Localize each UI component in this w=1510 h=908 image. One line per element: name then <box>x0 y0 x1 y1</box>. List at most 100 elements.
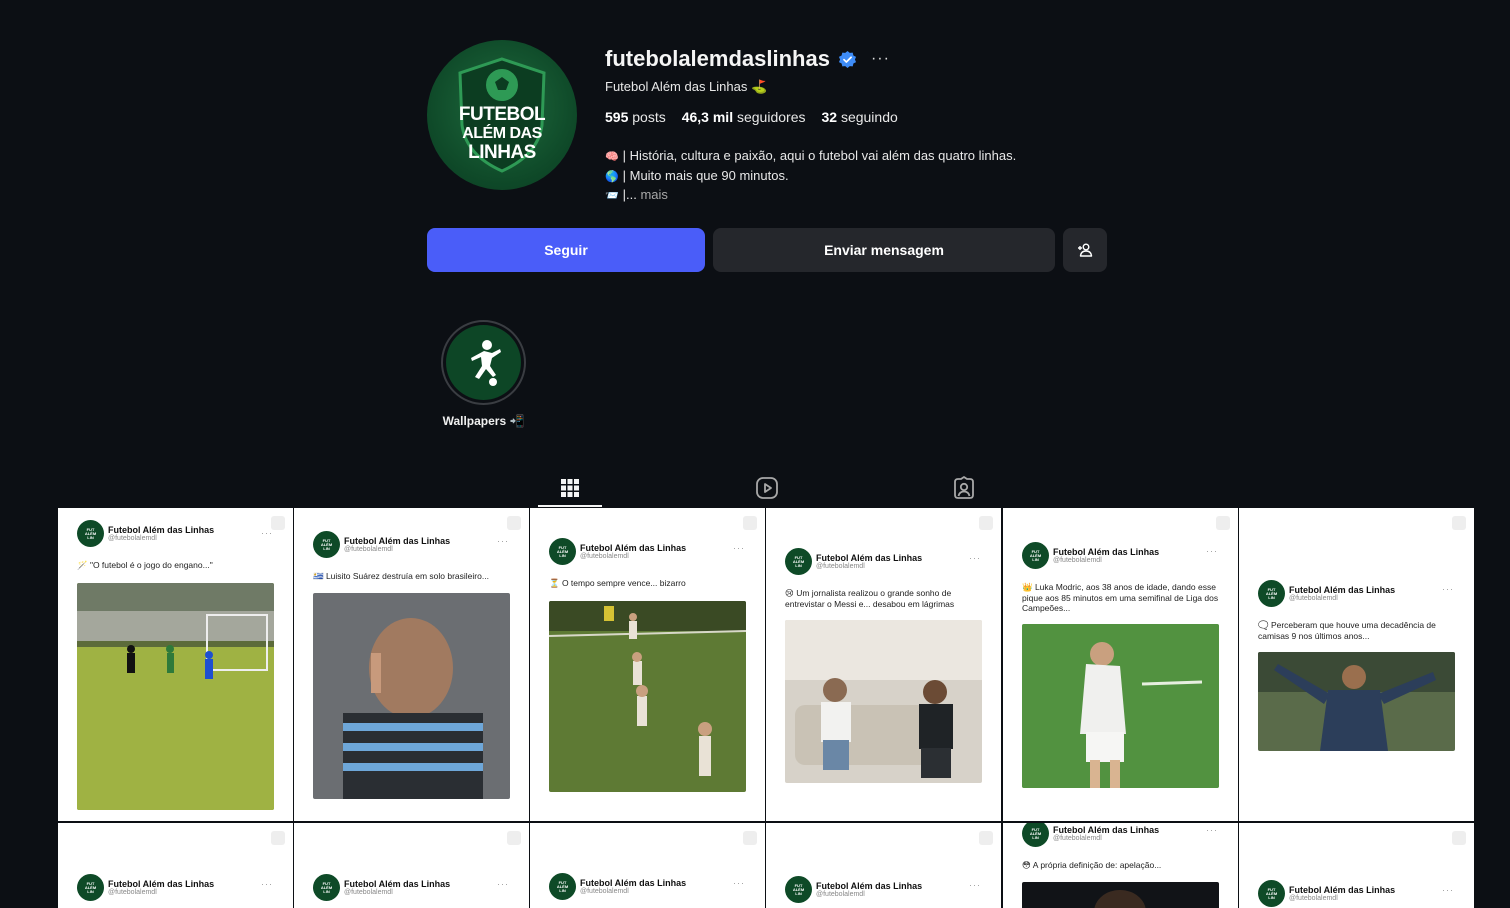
tweet-author-handle: @futebolalemdl <box>1289 595 1338 602</box>
bio-text-3: |... <box>622 187 637 202</box>
carousel-icon <box>1216 516 1230 530</box>
post-tile[interactable]: FUT ALÉM LIN Futebol Além das Linhas @futeb… <box>294 508 529 821</box>
post-tile[interactable]: FUT ALÉM LIN Futebol Além das Linhas @futeb… <box>530 823 765 908</box>
tweet-text: 👑 Luka Modric, aos 38 anos de idade, dan… <box>1022 582 1219 613</box>
tweet-author-name: Futebol Além das Linhas <box>108 525 215 535</box>
carousel-icon <box>507 831 521 845</box>
follow-button[interactable]: Seguir <box>427 228 705 272</box>
post-tile[interactable]: FUT ALÉM LIN Futebol Além das Linhas @futeb… <box>58 508 293 821</box>
tweet-author-handle: @futebolalemdl <box>344 889 393 896</box>
carousel-icon <box>743 516 757 530</box>
post-tile[interactable]: FUT ALÉM LIN Futebol Além das Linhas @futeb… <box>1003 508 1238 821</box>
brain-emoji-icon: 🧠 <box>605 151 619 163</box>
tweet-more-icon: ··· <box>497 536 509 546</box>
post-tile[interactable]: FUT ALÉM LIN Futebol Além das Linhas @futeb… <box>766 508 1001 821</box>
post-tile[interactable]: FUT ALÉM LIN Futebol Além das Linhas @futeb… <box>1239 508 1474 821</box>
tweet-author-handle: @futebolalemdl <box>1053 835 1102 842</box>
profile-bio: 🧠 | História, cultura e paixão, aqui o f… <box>605 147 1075 206</box>
verified-badge-icon <box>838 50 857 68</box>
tweet-avatar: FUT ALÉM LIN <box>549 538 576 565</box>
posts-count: 595 <box>605 109 629 125</box>
tab-tagged[interactable] <box>932 470 996 506</box>
carousel-icon <box>271 831 285 845</box>
bio-line-1: 🧠 | História, cultura e paixão, aqui o f… <box>605 147 1075 167</box>
tweet-author-handle: @futebolalemdl <box>580 553 629 560</box>
tweet-more-icon: ··· <box>969 880 981 890</box>
highlight-label[interactable]: Wallpapers 📲 <box>426 414 541 428</box>
tweet-author-name: Futebol Além das Linhas <box>108 879 215 889</box>
tab-posts[interactable] <box>538 470 602 507</box>
tweet-avatar: FUT ALÉM LIN <box>77 874 104 901</box>
more-options-icon[interactable]: ··· <box>871 50 890 68</box>
reels-icon <box>756 477 778 499</box>
post-tile[interactable]: FUT ALÉM LIN Futebol Além das Linhas @futeb… <box>294 823 529 908</box>
post-image <box>1022 624 1219 788</box>
tweet-author-name: Futebol Além das Linhas <box>1289 885 1396 895</box>
tweet-header: FUT ALÉM LIN Futebol Além das Linhas @futeb… <box>785 548 922 575</box>
profile-avatar[interactable]: FUTEBOL ALÉM DAS LINHAS <box>427 40 577 190</box>
tweet-author-name: Futebol Além das Linhas <box>1053 547 1160 557</box>
logo-text-line-2: ALÉM DAS <box>462 125 542 142</box>
tweet-author-handle: @futebolalemdl <box>108 889 157 896</box>
following-count: 32 <box>821 109 838 125</box>
carousel-icon <box>1452 516 1466 530</box>
bio-more-link[interactable]: mais <box>640 187 667 202</box>
tweet-author-handle: @futebolalemdl <box>108 535 157 542</box>
post-image <box>313 593 510 799</box>
posts-label: posts <box>632 109 666 125</box>
post-tile[interactable]: FUT ALÉM LIN Futebol Além das Linhas @futeb… <box>58 823 293 908</box>
add-person-icon <box>1078 243 1093 257</box>
tweet-author-name: Futebol Além das Linhas <box>344 536 451 546</box>
following-label: seguindo <box>840 109 898 125</box>
bio-text-2: | Muito mais que 90 minutos. <box>622 167 789 183</box>
logo-text-line-3: LINHAS <box>468 142 536 163</box>
username[interactable]: futebolalemdaslinhas <box>605 46 830 72</box>
post-tile[interactable]: FUT ALÉM LIN Futebol Além das Linhas @futeb… <box>766 823 1001 908</box>
tweet-more-icon: ··· <box>969 553 981 563</box>
tweet-avatar: FUT ALÉM LIN <box>77 520 104 547</box>
post-tile[interactable]: FUT ALÉM LIN Futebol Além das Linhas @futeb… <box>530 508 765 821</box>
tweet-author-name: Futebol Além das Linhas <box>580 543 687 553</box>
suggested-accounts-button[interactable] <box>1063 228 1107 272</box>
post-image <box>785 620 982 783</box>
tweet-more-icon: ··· <box>733 878 745 888</box>
tweet-more-icon: ··· <box>1206 546 1218 556</box>
tweet-author-name: Futebol Além das Linhas <box>816 553 923 563</box>
post-image <box>549 601 746 792</box>
tweet-text: 😳 A própria definição de: apelação... <box>1022 860 1162 870</box>
tweet-avatar: FUT ALÉM LIN <box>1022 542 1049 569</box>
tweet-text: 🇺🇾 Luisito Suárez destruía em solo brasi… <box>313 571 489 581</box>
bio-text-1: | História, cultura e paixão, aqui o fut… <box>622 148 1017 163</box>
tweet-avatar: FUT ALÉM LIN <box>785 876 812 903</box>
profile-stats: 595 posts 46,3 mil seguidores 32 seguind… <box>605 109 898 125</box>
tweet-author-handle: @futebolalemdl <box>344 546 393 553</box>
tweet-header: FUT ALÉM LIN Futebol Além das Linhas @futeb… <box>313 874 450 901</box>
posts-grid: FUT ALÉM LIN Futebol Além das Linhas @futeb… <box>58 508 1474 908</box>
followers-stat[interactable]: 46,3 mil seguidores <box>682 109 806 125</box>
followers-count: 46,3 mil <box>681 109 734 125</box>
followers-label: seguidores <box>736 109 806 125</box>
tab-reels[interactable] <box>735 470 799 506</box>
following-stat[interactable]: 32 seguindo <box>821 109 897 125</box>
post-tile[interactable]: FUT ALÉM LIN Futebol Além das Linhas @futeb… <box>1003 823 1238 908</box>
grid-icon <box>561 478 579 497</box>
tweet-text: 😢 Um jornalista realizou o grande sonho … <box>785 588 955 609</box>
tweet-more-icon: ··· <box>261 879 273 889</box>
brand-logo: FUTEBOL ALÉM DAS LINHAS <box>454 55 550 175</box>
post-tile[interactable]: FUT ALÉM LIN Futebol Além das Linhas @futeb… <box>1239 823 1474 908</box>
send-message-button[interactable]: Enviar mensagem <box>713 228 1055 272</box>
post-image <box>1022 882 1219 908</box>
tweet-header: FUT ALÉM LIN Futebol Além das Linhas @futeb… <box>549 873 686 900</box>
tweet-header: FUT ALÉM LIN Futebol Além das Linhas @futeb… <box>1258 880 1395 907</box>
envelope-emoji-icon: 📨 <box>605 190 619 202</box>
logo-text-line-1: FUTEBOL <box>458 104 546 125</box>
tweet-avatar: FUT ALÉM LIN <box>785 548 812 575</box>
player-silhouette-icon <box>470 339 501 386</box>
globe-emoji-icon: 🌎 <box>605 170 619 183</box>
tweet-avatar: FUT ALÉM LIN <box>313 531 340 558</box>
tweet-header: FUT ALÉM LIN Futebol Além das Linhas @futeb… <box>77 874 214 901</box>
carousel-icon <box>743 831 757 845</box>
posts-stat: 595 posts <box>605 109 666 125</box>
story-highlight[interactable] <box>441 320 526 405</box>
tweet-header: FUT ALÉM LIN Futebol Além das Linhas @futeb… <box>785 876 922 903</box>
